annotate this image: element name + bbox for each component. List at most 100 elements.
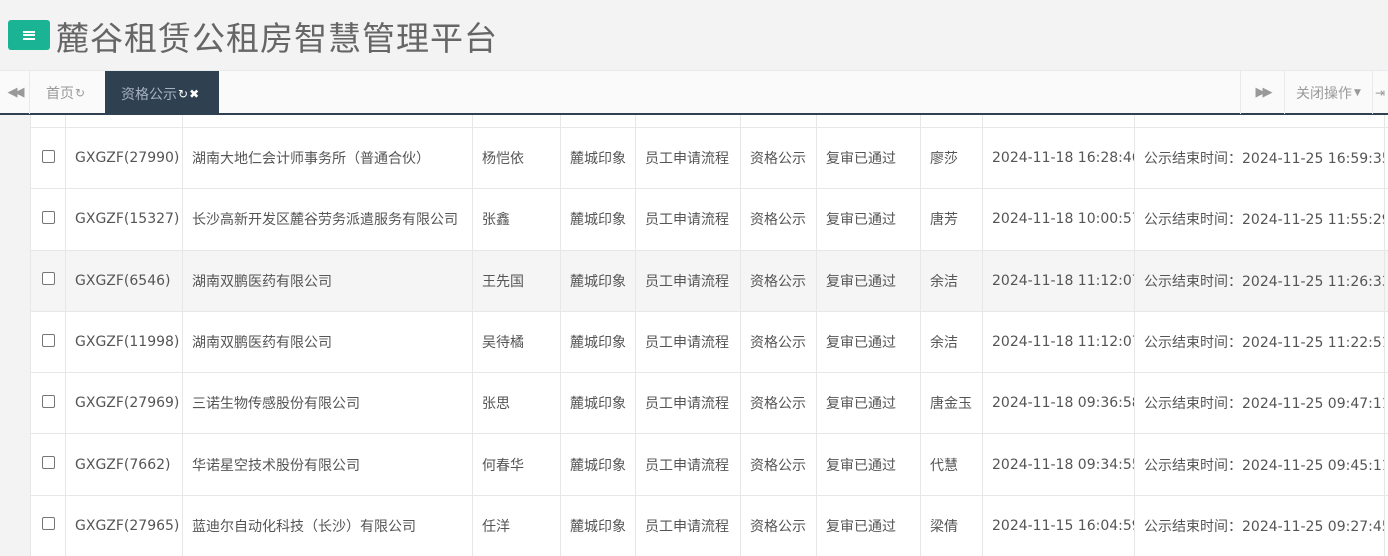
application-id-cell: GXGZF(27969): [65, 372, 183, 435]
content-area: GXGZF(27990) 湖南大地仁会计师事务所（普通合伙） 杨恺依 麓城印象 员工申请…: [0, 115, 1388, 556]
row-checkbox[interactable]: [41, 149, 55, 163]
row-select-cell: [30, 310, 66, 374]
handler-cell: 唐芳: [920, 188, 983, 251]
overflow-cell: [1384, 188, 1388, 251]
overflow-cell: [1384, 372, 1388, 435]
stage-cell: 资格公示: [740, 372, 817, 435]
tab-home-label: 首页: [46, 85, 74, 102]
row-checkbox[interactable]: [41, 272, 55, 286]
application-id-cell: GXGZF(27990): [65, 126, 183, 190]
project-cell: 麓城印象: [560, 188, 636, 251]
project-cell: 麓城印象: [560, 126, 636, 190]
company-cell: 长沙高新开发区麓谷劳务派遣服务有限公司: [182, 188, 473, 251]
tab-bar: ◀◀ 首页 ↻ 资格公示 ↻ ✖ ▶▶ 关闭操作 ▼ ⇥: [0, 70, 1388, 116]
double-chevron-left-icon: ◀◀: [7, 85, 25, 100]
table-row[interactable]: GXGZF(27969) 三诺生物传感股份有限公司 张思 麓城印象 员工申请流程 资格公示…: [30, 372, 1388, 435]
project-cell: 麓城印象: [560, 494, 636, 556]
stage-cell: 资格公示: [740, 126, 817, 190]
stage-cell: 资格公示: [740, 494, 817, 556]
row-select-cell: [30, 249, 66, 312]
tab-qualification-notice[interactable]: 资格公示 ↻ ✖: [105, 71, 219, 116]
applicant-cell: 任洋: [472, 494, 561, 556]
stage-cell: 资格公示: [740, 310, 817, 374]
handler-cell: 唐金玉: [920, 372, 983, 435]
submit-time-cell: 2024-11-18 09:36:58: [982, 372, 1135, 435]
tab-active-label: 资格公示: [121, 86, 177, 103]
company-cell: 华诺星空技术股份有限公司: [182, 433, 473, 496]
applicant-cell: 张思: [472, 372, 561, 435]
project-cell: 麓城印象: [560, 249, 636, 312]
left-gutter: [0, 115, 8, 556]
company-cell: 湖南双鹏医药有限公司: [182, 249, 473, 312]
close-operations-dropdown[interactable]: 关闭操作 ▼: [1284, 71, 1372, 114]
top-header: 麓谷租赁公租房智慧管理平台: [0, 0, 1388, 70]
company-cell: 湖南双鹏医药有限公司: [182, 310, 473, 374]
refresh-icon[interactable]: ↻: [178, 87, 188, 101]
menu-toggle-button[interactable]: [8, 20, 50, 50]
close-icon[interactable]: ✖: [189, 87, 199, 101]
handler-cell: 余洁: [920, 249, 983, 312]
table-row-partial: [30, 115, 1388, 128]
notice-end-cell: 公示结束时间：2024-11-25 09:47:11: [1134, 372, 1385, 435]
table-row[interactable]: GXGZF(27990) 湖南大地仁会计师事务所（普通合伙） 杨恺依 麓城印象 员工申请…: [30, 126, 1388, 190]
caret-down-icon: ▼: [1354, 87, 1361, 98]
applicant-cell: 何春华: [472, 433, 561, 496]
tab-scroll-left-button[interactable]: ◀◀: [0, 71, 30, 114]
applicant-cell: 张鑫: [472, 188, 561, 251]
exit-button[interactable]: ⇥: [1372, 71, 1388, 114]
notice-end-cell: 公示结束时间：2024-11-25 11:22:51: [1134, 310, 1385, 374]
status-cell: 复审已通过: [816, 494, 921, 556]
sign-out-icon: ⇥: [1374, 85, 1385, 100]
overflow-cell: [1384, 126, 1388, 190]
row-checkbox[interactable]: [41, 333, 55, 347]
row-select-cell: [30, 126, 66, 190]
status-cell: 复审已通过: [816, 249, 921, 312]
project-cell: 麓城印象: [560, 310, 636, 374]
row-checkbox[interactable]: [41, 394, 55, 408]
application-id-cell: GXGZF(6546): [65, 249, 183, 312]
status-cell: 复审已通过: [816, 310, 921, 374]
table-row[interactable]: GXGZF(11998) 湖南双鹏医药有限公司 吴待橘 麓城印象 员工申请流程 资格公示复…: [30, 310, 1388, 374]
table-row[interactable]: GXGZF(7662) 华诺星空技术股份有限公司 何春华 麓城印象 员工申请流程 资格公示…: [30, 433, 1388, 496]
submit-time-cell: 2024-11-18 11:12:07: [982, 249, 1135, 312]
process-cell: 员工申请流程: [635, 188, 741, 251]
project-cell: 麓城印象: [560, 433, 636, 496]
submit-time-cell: 2024-11-18 10:00:57: [982, 188, 1135, 251]
tab-home[interactable]: 首页 ↻: [30, 71, 105, 114]
stage-cell: 资格公示: [740, 433, 817, 496]
applicant-cell: 吴待橘: [472, 310, 561, 374]
process-cell: 员工申请流程: [635, 310, 741, 374]
company-cell: 三诺生物传感股份有限公司: [182, 372, 473, 435]
handler-cell: 余洁: [920, 310, 983, 374]
row-checkbox[interactable]: [41, 210, 55, 224]
close-operations-label: 关闭操作: [1296, 85, 1353, 102]
status-cell: 复审已通过: [816, 433, 921, 496]
row-checkbox[interactable]: [41, 517, 55, 531]
company-cell: 蓝迪尔自动化科技（长沙）有限公司: [182, 494, 473, 556]
overflow-cell: [1384, 494, 1388, 556]
applicant-cell: 王先国: [472, 249, 561, 312]
overflow-cell: [1384, 249, 1388, 312]
stage-cell: 资格公示: [740, 249, 817, 312]
tab-scroll-right-button[interactable]: ▶▶: [1240, 71, 1284, 114]
overflow-cell: [1384, 433, 1388, 496]
application-id-cell: GXGZF(11998): [65, 310, 183, 374]
process-cell: 员工申请流程: [635, 372, 741, 435]
table-row[interactable]: GXGZF(6546) 湖南双鹏医药有限公司 王先国 麓城印象 员工申请流程 资格公示 复审…: [30, 249, 1388, 312]
double-chevron-right-icon: ▶▶: [1255, 85, 1273, 100]
refresh-icon[interactable]: ↻: [75, 86, 85, 100]
application-id-cell: GXGZF(7662): [65, 433, 183, 496]
process-cell: 员工申请流程: [635, 126, 741, 190]
status-cell: 复审已通过: [816, 188, 921, 251]
stage-cell: 资格公示: [740, 188, 817, 251]
table-row[interactable]: GXGZF(15327) 长沙高新开发区麓谷劳务派遣服务有限公司 张鑫 麓城印象 员工申…: [30, 188, 1388, 251]
submit-time-cell: 2024-11-18 09:34:55: [982, 433, 1135, 496]
project-cell: 麓城印象: [560, 372, 636, 435]
table-row[interactable]: GXGZF(27965) 蓝迪尔自动化科技（长沙）有限公司 任洋 麓城印象 员工申请流程…: [30, 494, 1388, 556]
row-checkbox[interactable]: [41, 456, 55, 470]
application-id-cell: GXGZF(27965): [65, 494, 183, 556]
submit-time-cell: 2024-11-18 16:28:46: [982, 126, 1135, 190]
status-cell: 复审已通过: [816, 126, 921, 190]
row-select-cell: [30, 433, 66, 496]
process-cell: 员工申请流程: [635, 433, 741, 496]
